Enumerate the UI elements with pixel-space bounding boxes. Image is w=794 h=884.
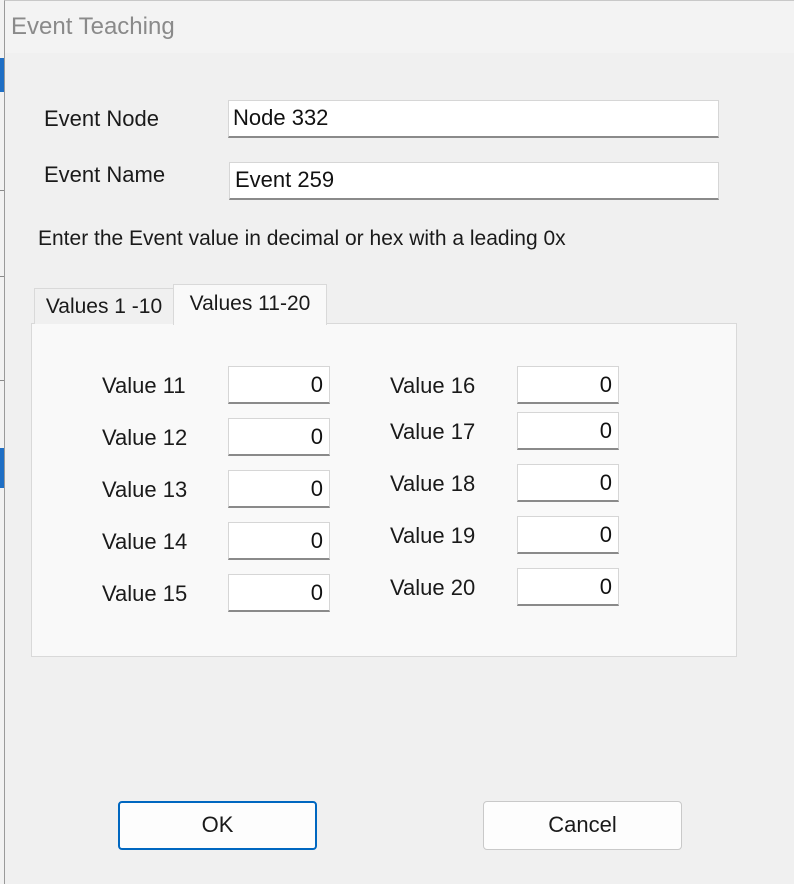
- value-16-label: Value 16: [390, 373, 476, 398]
- value-11-field[interactable]: 0: [228, 366, 330, 404]
- value-15-field[interactable]: 0: [228, 574, 330, 612]
- event-teaching-dialog: Event Teaching Event Node Node 332 Event…: [4, 0, 794, 884]
- value-14-label: Value 14: [102, 529, 188, 554]
- value-13-label: Value 13: [102, 477, 188, 502]
- value-16-field[interactable]: 0: [517, 366, 619, 404]
- tab-values-11-20[interactable]: Values 11-20: [173, 284, 327, 325]
- value-19-field[interactable]: 0: [517, 516, 619, 554]
- value-19-label: Value 19: [390, 523, 476, 548]
- value-17-field[interactable]: 0: [517, 412, 619, 450]
- value-20-field[interactable]: 0: [517, 568, 619, 606]
- value-13-field[interactable]: 0: [228, 470, 330, 508]
- window-title: Event Teaching: [11, 13, 175, 40]
- value-14-field[interactable]: 0: [228, 522, 330, 560]
- cancel-button[interactable]: Cancel: [483, 801, 682, 850]
- ok-button[interactable]: OK: [118, 801, 317, 850]
- event-name-field[interactable]: Event 259: [229, 162, 719, 200]
- value-18-field[interactable]: 0: [517, 464, 619, 502]
- title-bar[interactable]: Event Teaching: [5, 1, 794, 53]
- value-17-label: Value 17: [390, 419, 476, 444]
- event-node-field[interactable]: Node 332: [228, 100, 719, 138]
- value-12-field[interactable]: 0: [228, 418, 330, 456]
- value-11-label: Value 11: [102, 373, 186, 398]
- values-tab-panel: Value 11 0 Value 12 0 Value 13 0 Value 1…: [31, 323, 737, 657]
- value-15-label: Value 15: [102, 581, 188, 606]
- event-name-label: Event Name: [44, 162, 166, 187]
- event-node-label: Event Node: [44, 106, 159, 131]
- value-18-label: Value 18: [390, 471, 476, 496]
- value-12-label: Value 12: [102, 425, 188, 450]
- instruction-text: Enter the Event value in decimal or hex …: [38, 227, 566, 250]
- tab-values-1-10[interactable]: Values 1 -10: [34, 288, 174, 324]
- value-20-label: Value 20: [390, 575, 476, 600]
